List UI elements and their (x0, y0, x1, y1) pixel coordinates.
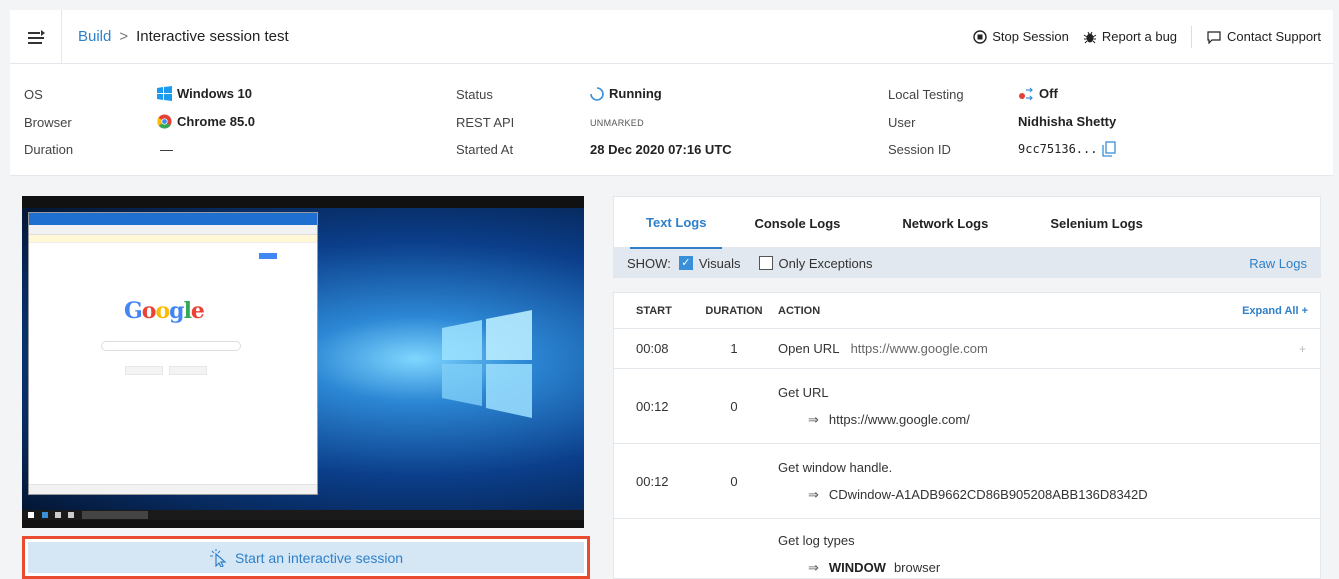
log-start-time: 00:12 (636, 473, 669, 489)
stop-session-label: Stop Session (992, 29, 1069, 44)
log-start-time: 00:08 (636, 341, 669, 356)
session-video-preview[interactable]: Google (22, 196, 584, 528)
local-testing-icon (1019, 87, 1033, 100)
started-at-label: Started At (456, 142, 514, 157)
visuals-checkbox[interactable]: ✓ (678, 256, 693, 270)
browser-value: Chrome 85.0 (177, 114, 256, 129)
local-testing-value: Off (1039, 86, 1058, 101)
start-interactive-session-button[interactable]: Start an interactive session (22, 536, 590, 579)
log-row[interactable]: 00:12 0 Get window handle. ⇒ CDwindow-A1A… (614, 444, 1320, 519)
column-duration: DURATION (705, 304, 763, 317)
visuals-label: Visuals (698, 255, 741, 271)
page-title: Interactive session test (136, 28, 289, 45)
arrow-icon: ⇒ (808, 486, 819, 502)
menu-icon (27, 29, 45, 44)
log-detail: https://www.google.com (850, 341, 988, 356)
only-exceptions-label: Only Exceptions (778, 255, 873, 271)
chat-bubble-icon (1207, 30, 1221, 44)
session-info-panel: OS Browser Duration Windows 10 Chrome 85… (10, 64, 1333, 176)
log-duration: 0 (730, 473, 738, 489)
chrome-icon (157, 114, 172, 129)
log-row[interactable]: Get log types ⇒ WINDOW browser (614, 519, 1320, 578)
browser-window-screenshot: Google (28, 212, 318, 495)
desktop-screenshot: Google (22, 208, 584, 510)
browser-label: Browser (24, 115, 72, 130)
log-detail: browser (893, 560, 941, 575)
log-row[interactable]: 00:08 1 Open URL https://www.google.com … (614, 329, 1320, 369)
log-tabs: Text Logs Console Logs Network Logs Sele… (613, 196, 1321, 249)
session-id-label: Session ID (888, 142, 951, 157)
os-value: Windows 10 (177, 86, 253, 101)
user-value: Nidhisha Shetty (1018, 114, 1117, 129)
log-duration: 1 (730, 341, 738, 356)
local-testing-label: Local Testing (888, 87, 964, 102)
report-bug-button[interactable]: Report a bug (1083, 29, 1177, 44)
tab-console-logs[interactable]: Console Logs (738, 197, 856, 249)
top-header: Build > Interactive session test Stop Se… (10, 9, 1333, 64)
google-logo: Google (124, 298, 205, 324)
arrow-icon: ⇒ (808, 411, 819, 427)
duration-label: Duration (24, 142, 74, 157)
column-start: START (636, 304, 672, 317)
breadcrumb: Build > Interactive session test (62, 28, 289, 45)
show-label: SHOW: (627, 255, 671, 271)
tab-network-logs[interactable]: Network Logs (886, 197, 1004, 249)
start-interactive-session-label: Start an interactive session (234, 549, 404, 566)
windows-hero-graphic (442, 310, 532, 418)
arrow-icon: ⇒ (808, 560, 819, 575)
log-keyword: WINDOW (828, 560, 886, 575)
log-detail: https://www.google.com/ (828, 411, 970, 427)
column-action: ACTION (778, 304, 821, 317)
tab-text-logs[interactable]: Text Logs (630, 197, 723, 249)
contact-support-button[interactable]: Contact Support (1206, 29, 1321, 44)
log-start-time: 00:12 (636, 398, 669, 414)
log-action: Get log types (778, 533, 855, 548)
user-label: User (888, 115, 916, 130)
contact-support-label: Contact Support (1227, 29, 1321, 44)
duration-value: — (160, 142, 173, 157)
stop-icon (973, 29, 987, 44)
windows-icon (157, 86, 172, 101)
log-table: START DURATION ACTION Expand All + 00:08… (613, 292, 1321, 579)
log-filter-bar: SHOW: ✓ Visuals Only Exceptions Raw Logs (613, 248, 1321, 278)
pointer-click-icon (209, 548, 227, 567)
rest-api-value: UNMARKED (590, 118, 644, 128)
log-action: Open URL (778, 341, 839, 356)
bug-icon (1083, 31, 1097, 43)
report-bug-label: Report a bug (1101, 29, 1178, 44)
expand-row-icon[interactable]: + (1299, 342, 1306, 356)
taskbar (22, 510, 584, 520)
breadcrumb-build-link[interactable]: Build (78, 28, 111, 45)
breadcrumb-separator: > (119, 28, 129, 45)
log-table-header: START DURATION ACTION Expand All + (614, 293, 1320, 329)
status-label: Status (456, 87, 493, 102)
spinner-icon (590, 86, 604, 101)
status-value: Running (609, 86, 662, 101)
only-exceptions-checkbox[interactable] (758, 256, 773, 270)
log-detail: CDwindow-A1ADB9662CD86B905208ABB136D8342… (828, 486, 1148, 502)
raw-logs-link[interactable]: Raw Logs (1249, 256, 1307, 271)
log-duration: 0 (730, 398, 738, 414)
log-action: Get URL (778, 384, 829, 400)
log-row[interactable]: 00:12 0 Get URL ⇒ https://www.google.com/ (614, 369, 1320, 444)
logs-panel: Text Logs Console Logs Network Logs Sele… (613, 196, 1321, 579)
started-at-value: 28 Dec 2020 07:16 UTC (590, 142, 732, 157)
tab-selenium-logs[interactable]: Selenium Logs (1034, 197, 1158, 249)
stop-session-button[interactable]: Stop Session (973, 29, 1069, 44)
header-divider (1191, 25, 1193, 48)
menu-toggle-button[interactable] (10, 9, 62, 64)
rest-api-label: REST API (456, 115, 515, 130)
log-action: Get window handle. (778, 459, 893, 475)
copy-icon[interactable] (1102, 141, 1117, 157)
os-label: OS (24, 87, 43, 102)
expand-all-link[interactable]: Expand All + (1242, 305, 1308, 317)
session-id-value: 9cc75136... (1018, 142, 1098, 156)
